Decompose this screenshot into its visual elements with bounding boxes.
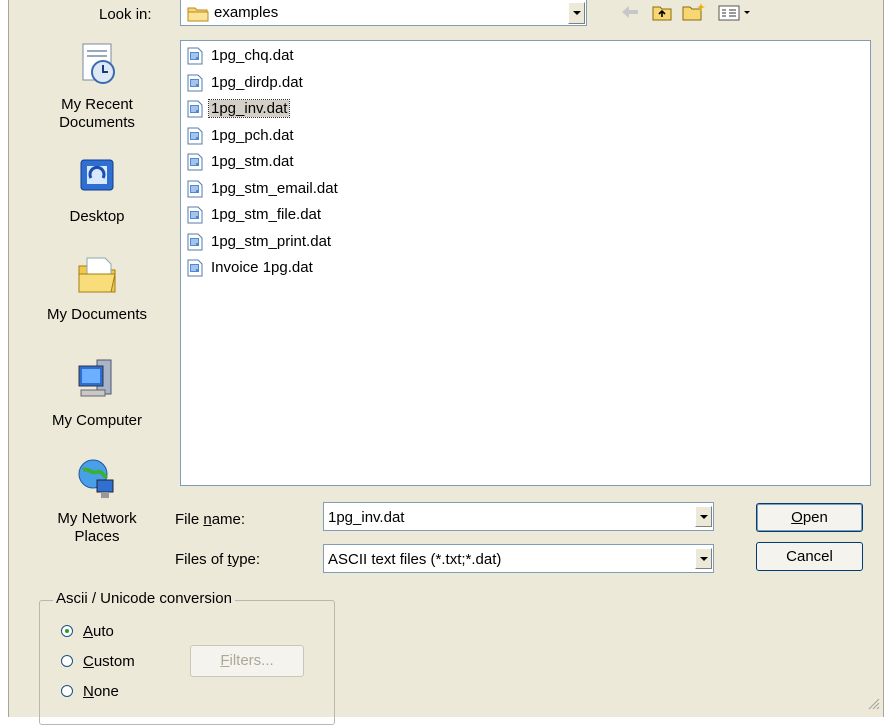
dat-file-icon: [186, 233, 204, 255]
file-name: 1pg_stm.dat: [211, 153, 294, 170]
look-in-combo[interactable]: examples: [180, 0, 587, 26]
file-type-label: Files of type:: [175, 551, 261, 568]
cancel-button[interactable]: Cancel: [756, 542, 863, 571]
radio-button[interactable]: [61, 655, 73, 667]
file-name: 1pg_stm_email.dat: [211, 179, 338, 197]
place-my-network-places[interactable]: My Network Places: [27, 454, 167, 546]
file-type-value: ASCII text files (*.txt;*.dat): [328, 551, 502, 568]
view-menu-icon[interactable]: [717, 2, 757, 26]
dat-file-icon: [186, 47, 204, 69]
radio-button-checked[interactable]: [61, 625, 73, 637]
place-my-documents[interactable]: My Documents: [27, 250, 167, 324]
radio-button[interactable]: [61, 685, 73, 697]
places-bar: My Recent Documents Desktop My Documents…: [27, 40, 167, 550]
look-in-value: examples: [214, 4, 279, 21]
place-label: Documents: [59, 114, 135, 131]
place-my-computer[interactable]: My Computer: [27, 356, 167, 430]
dat-file-icon: [186, 127, 204, 149]
file-name: 1pg_stm_file.dat: [211, 206, 322, 223]
back-icon[interactable]: [619, 2, 641, 26]
place-label: Places: [74, 528, 120, 545]
dat-file-icon: [186, 180, 204, 202]
place-label: Desktop: [69, 208, 125, 225]
file-name-dropdown-button[interactable]: [695, 506, 712, 527]
radio-label: None: [83, 683, 119, 700]
my-documents-icon: [27, 250, 167, 302]
place-my-recent-documents[interactable]: My Recent Documents: [27, 40, 167, 132]
place-desktop[interactable]: Desktop: [27, 156, 167, 226]
conversion-group-title: Ascii / Unicode conversion: [53, 590, 235, 607]
my-computer-icon: [27, 356, 167, 408]
look-in-dropdown-button[interactable]: [568, 2, 585, 24]
network-places-icon: [27, 454, 167, 506]
place-label: My Recent: [61, 96, 133, 113]
dat-file-icon: [186, 259, 204, 281]
up-folder-icon[interactable]: [651, 2, 673, 26]
file-name: 1pg_inv.dat: [207, 99, 291, 118]
radio-label: Auto: [83, 623, 114, 640]
place-label: My Network: [57, 510, 137, 527]
dat-file-icon: [186, 74, 204, 96]
file-type-dropdown-button[interactable]: [695, 548, 712, 569]
radio-label: Custom: [83, 653, 135, 670]
file-type-select[interactable]: ASCII text files (*.txt;*.dat): [323, 544, 714, 573]
file-name: 1pg_dirdp.dat: [211, 73, 303, 91]
open-button[interactable]: Open: [756, 503, 863, 532]
desktop-icon: [27, 156, 167, 204]
recent-documents-icon: [27, 40, 167, 92]
dat-file-icon: [186, 206, 204, 228]
file-name: 1pg_pch.dat: [211, 126, 294, 144]
place-label: My Computer: [51, 412, 143, 429]
new-folder-icon[interactable]: [681, 2, 707, 26]
dat-file-icon: [186, 153, 204, 175]
file-name: 1pg_chq.dat: [211, 47, 294, 64]
filters-button: Filters...: [190, 645, 304, 677]
file-name: Invoice 1pg.dat: [211, 259, 313, 276]
file-list[interactable]: 1pg_chq.dat 1pg_dirdp.dat 1pg_inv.dat 1pg_p…: [180, 40, 871, 486]
file-name-label: File name:: [175, 511, 246, 528]
dat-file-icon: [186, 100, 204, 122]
look-in-label: Look in:: [99, 6, 152, 23]
folder-icon: [187, 4, 209, 26]
file-name: 1pg_stm_print.dat: [211, 232, 332, 250]
open-file-dialog: Look in: examples My Recent Documents De…: [8, 0, 884, 725]
file-name-value: 1pg_inv.dat: [328, 509, 405, 526]
file-name-input[interactable]: 1pg_inv.dat: [323, 502, 714, 531]
place-label: My Documents: [46, 306, 148, 323]
resize-grip-icon[interactable]: [868, 697, 880, 714]
